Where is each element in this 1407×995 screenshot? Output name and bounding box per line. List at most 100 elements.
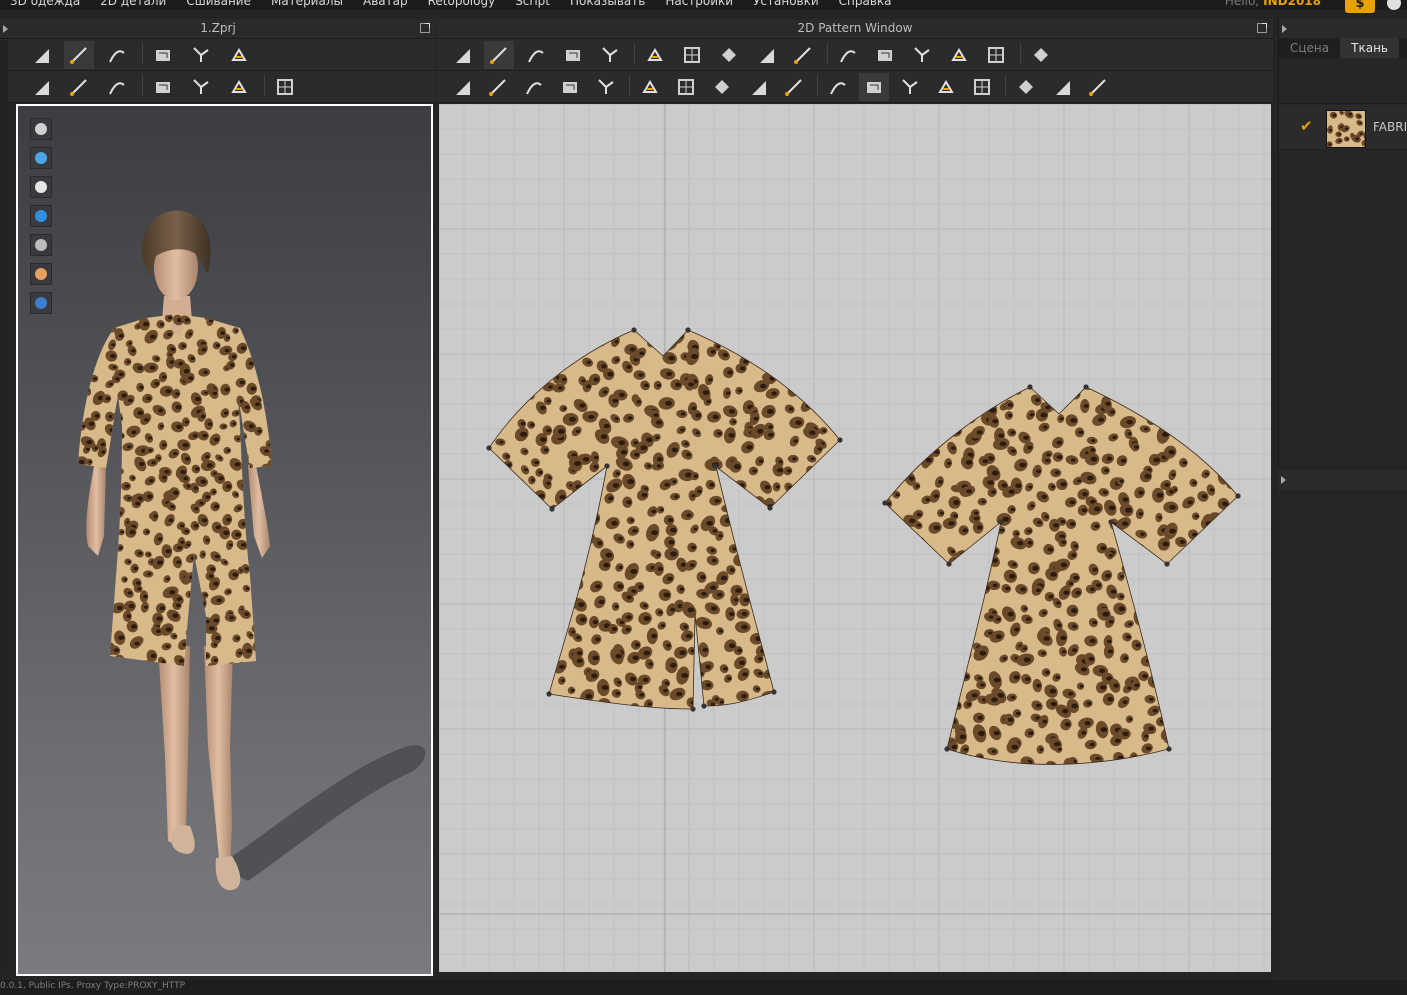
tb3d2-tool-3-icon[interactable] xyxy=(148,73,178,101)
tb2d1-tool-9-icon[interactable] xyxy=(788,41,818,69)
skin-icon[interactable] xyxy=(30,263,52,285)
toolbar-separator xyxy=(1020,44,1023,64)
tb2d1-tool-3-icon[interactable] xyxy=(558,41,588,69)
tb3d2-tool-1-icon[interactable] xyxy=(64,73,94,101)
tb2d2-tool-11-icon[interactable] xyxy=(859,73,889,101)
tb3d2-tool-0-icon[interactable] xyxy=(26,73,56,101)
tb2d2-tool-2-icon[interactable] xyxy=(519,73,549,101)
window-title-2d: 2D Pattern Window xyxy=(797,21,913,35)
tb3d1-tool-1-icon[interactable] xyxy=(64,41,94,69)
fabric-name: FABRIC xyxy=(1373,120,1407,134)
user-area: Hello, IND2018 $ xyxy=(1224,0,1407,13)
tb2d1-tool-0-icon[interactable] xyxy=(447,41,477,69)
power-icon[interactable] xyxy=(1387,0,1401,10)
tb3d1-tool-5-icon[interactable] xyxy=(224,41,254,69)
menu-item-0[interactable]: 3D одежда xyxy=(0,0,90,10)
tb2d1-tool-7-icon[interactable] xyxy=(714,41,744,69)
tb2d2-tool-10-icon[interactable] xyxy=(823,73,853,101)
tb2d2-tool-3-icon[interactable] xyxy=(555,73,585,101)
avatar-display-icon[interactable] xyxy=(30,176,52,198)
panel-tool-2-icon[interactable] xyxy=(1349,67,1379,95)
tb2d1-tool-14-icon[interactable] xyxy=(981,41,1011,69)
tb2d1-tool-6-icon[interactable] xyxy=(677,41,707,69)
collapse-arrow-icon[interactable] xyxy=(1281,476,1286,484)
tb2d2-tool-12-icon[interactable] xyxy=(895,73,925,101)
menu-item-2[interactable]: Сшивание xyxy=(176,0,261,10)
viewport-3d[interactable] xyxy=(16,104,433,976)
fabric-list-item[interactable]: ✔ FABRIC xyxy=(1279,105,1407,150)
collapse-arrow-icon[interactable] xyxy=(1282,25,1287,33)
tb2d2-tool-17-icon[interactable] xyxy=(1083,73,1113,101)
menu-item-10[interactable]: Справка xyxy=(829,0,902,10)
tb3d2-tool-4-icon[interactable] xyxy=(186,73,216,101)
tb3d2-tool-5-icon[interactable] xyxy=(224,73,254,101)
maximize-icon[interactable] xyxy=(420,23,430,33)
panel-header xyxy=(1278,470,1407,490)
menu-item-3[interactable]: Материалы xyxy=(261,0,353,10)
pattern-window-2d[interactable] xyxy=(439,104,1271,972)
tb2d1-tool-15-icon[interactable] xyxy=(1026,41,1056,69)
tb2d1-tool-8-icon[interactable] xyxy=(751,41,781,69)
tb3d1-tool-0-icon[interactable] xyxy=(26,41,56,69)
main-menu: 3D одежда 2D детали Сшивание Материалы Авата… xyxy=(0,0,902,10)
tb2d1-tool-4-icon[interactable] xyxy=(595,41,625,69)
menu-item-5[interactable]: Retopology xyxy=(418,0,506,10)
avatar-shadow xyxy=(218,745,426,881)
tb2d2-tool-4-icon[interactable] xyxy=(591,73,621,101)
tb2d2-tool-1-icon[interactable] xyxy=(483,73,513,101)
tb2d1-tool-10-icon[interactable] xyxy=(833,41,863,69)
toolbar-3d-row2 xyxy=(0,71,436,103)
tb2d2-tool-8-icon[interactable] xyxy=(743,73,773,101)
tb2d2-tool-16-icon[interactable] xyxy=(1047,73,1077,101)
menu-item-7[interactable]: Показывать xyxy=(560,0,655,10)
menu-item-6[interactable]: Script xyxy=(505,0,560,10)
avatar-left-leg xyxy=(158,646,190,846)
tb3d2-tool-2-icon[interactable] xyxy=(102,73,132,101)
points-badge[interactable]: $ xyxy=(1345,0,1375,13)
toolbar-2d-row1 xyxy=(437,39,1273,71)
tb3d1-tool-2-icon[interactable] xyxy=(102,41,132,69)
tb2d2-tool-9-icon[interactable] xyxy=(779,73,809,101)
fabric-swatch xyxy=(1326,110,1366,148)
menu-item-1[interactable]: 2D детали xyxy=(90,0,176,10)
tb2d2-tool-0-icon[interactable] xyxy=(447,73,477,101)
menu-item-4[interactable]: Аватар xyxy=(353,0,418,10)
fabric-display-icon[interactable] xyxy=(30,205,52,227)
tb2d1-tool-2-icon[interactable] xyxy=(521,41,551,69)
window-header-2d: 2D Pattern Window xyxy=(437,19,1273,39)
tb2d2-tool-5-icon[interactable] xyxy=(635,73,665,101)
tb2d2-tool-15-icon[interactable] xyxy=(1011,73,1041,101)
environment-icon[interactable] xyxy=(30,292,52,314)
greeting-text: Hello, xyxy=(1224,0,1260,8)
tb3d2-tool-6-icon[interactable] xyxy=(270,73,300,101)
tb2d2-tool-6-icon[interactable] xyxy=(671,73,701,101)
tb2d1-tool-12-icon[interactable] xyxy=(907,41,937,69)
texture-icon[interactable] xyxy=(30,234,52,256)
tab-2[interactable]: П xyxy=(1399,38,1407,58)
tb2d2-tool-14-icon[interactable] xyxy=(967,73,997,101)
status-bar: 0.0.1, Public IPs, Proxy Type:PROXY_HTTP xyxy=(0,980,1407,995)
panel-tool-0-icon[interactable] xyxy=(1285,67,1315,95)
tb2d1-tool-1-icon[interactable] xyxy=(484,41,514,69)
panel-tool-1-icon[interactable] xyxy=(1317,67,1347,95)
tb2d1-tool-11-icon[interactable] xyxy=(870,41,900,69)
tb3d1-tool-3-icon[interactable] xyxy=(148,41,178,69)
tb2d2-tool-7-icon[interactable] xyxy=(707,73,737,101)
tb2d1-tool-5-icon[interactable] xyxy=(640,41,670,69)
username[interactable]: IND2018 xyxy=(1263,0,1321,10)
collapse-arrow-icon[interactable] xyxy=(3,25,8,33)
maximize-icon[interactable] xyxy=(1257,23,1267,33)
tb2d2-tool-13-icon[interactable] xyxy=(931,73,961,101)
menu-item-8[interactable]: Настройки xyxy=(655,0,743,10)
tb2d1-tool-13-icon[interactable] xyxy=(944,41,974,69)
pattern-piece-front[interactable] xyxy=(473,311,870,727)
tab-1[interactable]: Ткань xyxy=(1340,38,1399,58)
check-icon[interactable]: ✔ xyxy=(1300,117,1313,135)
particle-icon[interactable] xyxy=(30,147,52,169)
toolbar-separator xyxy=(1005,76,1008,96)
tb3d1-tool-4-icon[interactable] xyxy=(186,41,216,69)
tab-0[interactable]: Сцена xyxy=(1279,38,1340,58)
toolbar-3d-row1 xyxy=(0,39,436,71)
menu-item-9[interactable]: Установки xyxy=(743,0,829,10)
garment-display-icon[interactable] xyxy=(30,118,52,140)
